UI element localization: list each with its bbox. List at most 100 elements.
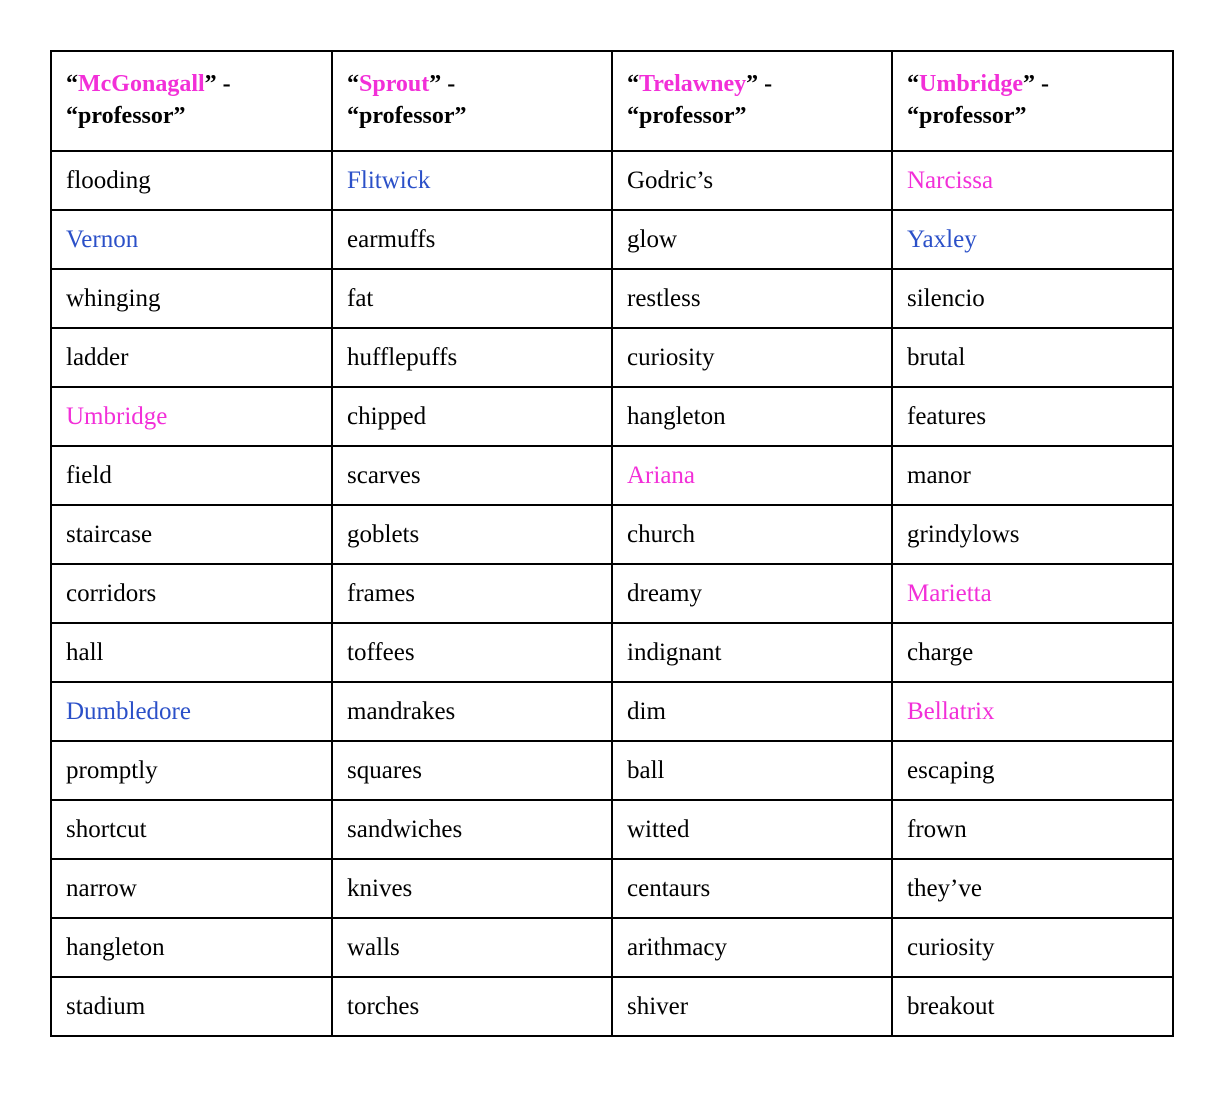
- table-row: Dumbledore mandrakes dim Bellatrix: [50, 681, 1174, 742]
- table-cell: witted: [611, 799, 893, 860]
- table-cell: hangleton: [611, 386, 893, 447]
- cell-text: goblets: [347, 521, 420, 548]
- table-cell: features: [891, 386, 1174, 447]
- column-header-line-secondary: “professor”: [66, 103, 186, 129]
- cell-text: Vernon: [66, 226, 139, 253]
- cell-text: dim: [627, 698, 666, 725]
- table-cell: field: [50, 445, 333, 506]
- cell-text: brutal: [907, 344, 966, 371]
- column-header-1: “McGonagall” - “professor”: [50, 50, 333, 152]
- cell-text: sandwiches: [347, 816, 463, 843]
- table-cell: ladder: [50, 327, 333, 388]
- header-dash: -: [1035, 71, 1049, 98]
- cell-text: squares: [347, 757, 422, 784]
- table-row: narrow knives centaurs they’ve: [50, 858, 1174, 919]
- table-cell: curiosity: [891, 917, 1174, 978]
- cell-text: earmuffs: [347, 226, 436, 253]
- cell-text: hangleton: [66, 934, 165, 961]
- cell-text: flooding: [66, 167, 151, 194]
- table-cell: promptly: [50, 740, 333, 801]
- cell-text: scarves: [347, 462, 421, 489]
- table-row: ladder hufflepuffs curiosity brutal: [50, 327, 1174, 388]
- table-cell: dim: [611, 681, 893, 742]
- cell-text: grindylows: [907, 521, 1020, 548]
- header-name: McGonagall: [78, 71, 205, 98]
- cell-text: charge: [907, 639, 974, 666]
- table-row: field scarves Ariana manor: [50, 445, 1174, 506]
- quote-close: ”: [746, 71, 759, 98]
- cell-text: fat: [347, 285, 374, 312]
- table-cell: silencio: [891, 268, 1174, 329]
- cell-text: they’ve: [907, 875, 982, 902]
- table-cell: knives: [331, 858, 613, 919]
- header-name: Trelawney: [639, 71, 747, 98]
- cell-text: features: [907, 403, 987, 430]
- table-cell: whinging: [50, 268, 333, 329]
- cell-text: chipped: [347, 403, 427, 430]
- column-header-line-primary: “Trelawney” -: [627, 69, 877, 101]
- quote-close: ”: [429, 71, 442, 98]
- table-cell: Dumbledore: [50, 681, 333, 742]
- cell-text: Umbridge: [66, 403, 168, 430]
- table-cell: mandrakes: [331, 681, 613, 742]
- cell-text: whinging: [66, 285, 161, 312]
- cell-text: restless: [627, 285, 701, 312]
- cell-text: church: [627, 521, 696, 548]
- cell-text: curiosity: [627, 344, 715, 371]
- cell-text: frown: [907, 816, 967, 843]
- table-body: flooding Flitwick Godric’s Narcissa Vernon ea…: [50, 150, 1174, 1037]
- table-cell: arithmacy: [611, 917, 893, 978]
- cell-text: staircase: [66, 521, 153, 548]
- table-cell: centaurs: [611, 858, 893, 919]
- table-cell: frown: [891, 799, 1174, 860]
- table-cell: grindylows: [891, 504, 1174, 565]
- table-cell: hangleton: [50, 917, 333, 978]
- quote-open: “: [907, 71, 919, 98]
- page-root: “McGonagall” - “professor” “Sprout” - “p…: [0, 0, 1224, 1102]
- cell-text: knives: [347, 875, 413, 902]
- cell-text: shiver: [627, 993, 689, 1020]
- table-cell: shiver: [611, 976, 893, 1037]
- table-cell: church: [611, 504, 893, 565]
- word-association-table: “McGonagall” - “professor” “Sprout” - “p…: [50, 50, 1174, 1037]
- column-header-line-primary: “McGonagall” -: [66, 69, 317, 101]
- table-row: shortcut sandwiches witted frown: [50, 799, 1174, 860]
- table-cell: dreamy: [611, 563, 893, 624]
- table-cell: Flitwick: [331, 150, 613, 211]
- table-row: Umbridge chipped hangleton features: [50, 386, 1174, 447]
- cell-text: witted: [627, 816, 690, 843]
- table-cell: Ariana: [611, 445, 893, 506]
- table-cell: squares: [331, 740, 613, 801]
- cell-text: Godric’s: [627, 167, 714, 194]
- cell-text: indignant: [627, 639, 722, 666]
- table-cell: goblets: [331, 504, 613, 565]
- cell-text: Marietta: [907, 580, 992, 607]
- column-header-4: “Umbridge” - “professor”: [891, 50, 1174, 152]
- table-cell: charge: [891, 622, 1174, 683]
- cell-text: field: [66, 462, 112, 489]
- table-row: flooding Flitwick Godric’s Narcissa: [50, 150, 1174, 211]
- table-cell: Vernon: [50, 209, 333, 270]
- header-dash: -: [758, 71, 773, 98]
- quote-close: ”: [204, 71, 217, 98]
- cell-text: stadium: [66, 993, 146, 1020]
- quote-close: ”: [1023, 71, 1035, 98]
- table-cell: brutal: [891, 327, 1174, 388]
- header-dash: -: [216, 71, 231, 98]
- table-cell: restless: [611, 268, 893, 329]
- cell-text: glow: [627, 226, 677, 253]
- column-header-line-primary: “Umbridge” -: [907, 69, 1158, 101]
- cell-text: mandrakes: [347, 698, 456, 725]
- table-cell: curiosity: [611, 327, 893, 388]
- cell-text: manor: [907, 462, 971, 489]
- cell-text: dreamy: [627, 580, 702, 607]
- cell-text: hufflepuffs: [347, 344, 458, 371]
- cell-text: breakout: [907, 993, 995, 1020]
- table-header: “McGonagall” - “professor” “Sprout” - “p…: [50, 50, 1174, 152]
- table-cell: they’ve: [891, 858, 1174, 919]
- cell-text: Yaxley: [907, 226, 977, 253]
- table-cell: breakout: [891, 976, 1174, 1037]
- cell-text: Ariana: [627, 462, 696, 489]
- cell-text: promptly: [66, 757, 158, 784]
- quote-open: “: [66, 71, 78, 98]
